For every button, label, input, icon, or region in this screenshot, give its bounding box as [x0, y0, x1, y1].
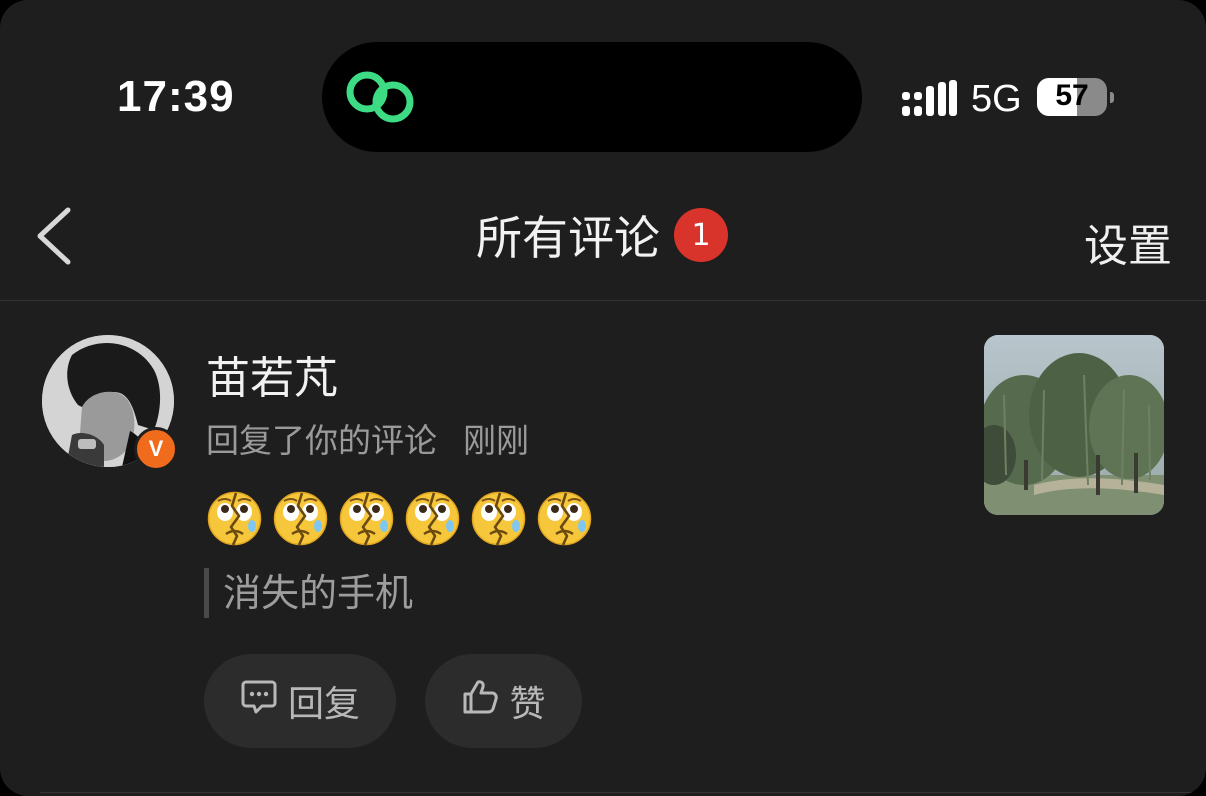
status-time: 17:39: [117, 72, 235, 121]
reply-button[interactable]: 回复: [204, 654, 396, 748]
page-title: 所有评论: [476, 211, 660, 265]
broken-face-emoji: [272, 490, 329, 551]
broken-face-emoji: [206, 490, 263, 551]
willow-trees-photo[interactable]: [984, 335, 1164, 515]
reply-button-label: 回复: [287, 684, 360, 725]
quoted-comment[interactable]: 消失的手机: [204, 568, 413, 618]
cellular-signal-icon: [902, 80, 958, 122]
comment-username[interactable]: 苗若芃: [206, 342, 338, 406]
comment-action-text: 回复了你的评论: [206, 421, 437, 460]
comment-bubble-icon: [240, 678, 278, 725]
list-divider: [40, 792, 1206, 793]
settings-button[interactable]: 设置: [1084, 210, 1172, 274]
battery-indicator: 57: [1037, 78, 1107, 116]
comment-emoji-row: [206, 490, 593, 551]
nav-divider: [0, 300, 1206, 301]
comment-meta: 回复了你的评论 刚刚: [206, 414, 529, 462]
comment-timestamp: 刚刚: [463, 421, 529, 460]
broken-face-emoji: [338, 490, 395, 551]
chevron-left-icon[interactable]: [32, 206, 76, 270]
verified-badge: V: [134, 427, 178, 471]
screen: 17:39 5G 57 所有评论 1 设置 V 苗若芃 回复了你的评论 刚刚 消…: [0, 0, 1206, 796]
link-rings-icon: [346, 69, 416, 129]
thumbs-up-icon: [461, 678, 499, 725]
battery-cap: [1110, 92, 1114, 103]
broken-face-emoji: [470, 490, 527, 551]
broken-face-emoji: [404, 490, 461, 551]
network-type: 5G: [971, 78, 1022, 120]
dynamic-island[interactable]: [322, 42, 862, 152]
broken-face-emoji: [536, 490, 593, 551]
like-button[interactable]: 赞: [425, 654, 582, 748]
unread-count-badge: 1: [674, 208, 728, 262]
nav-title-group: 所有评论 1: [476, 206, 728, 265]
battery-percent: 57: [1055, 79, 1089, 112]
like-button-label: 赞: [509, 684, 546, 725]
